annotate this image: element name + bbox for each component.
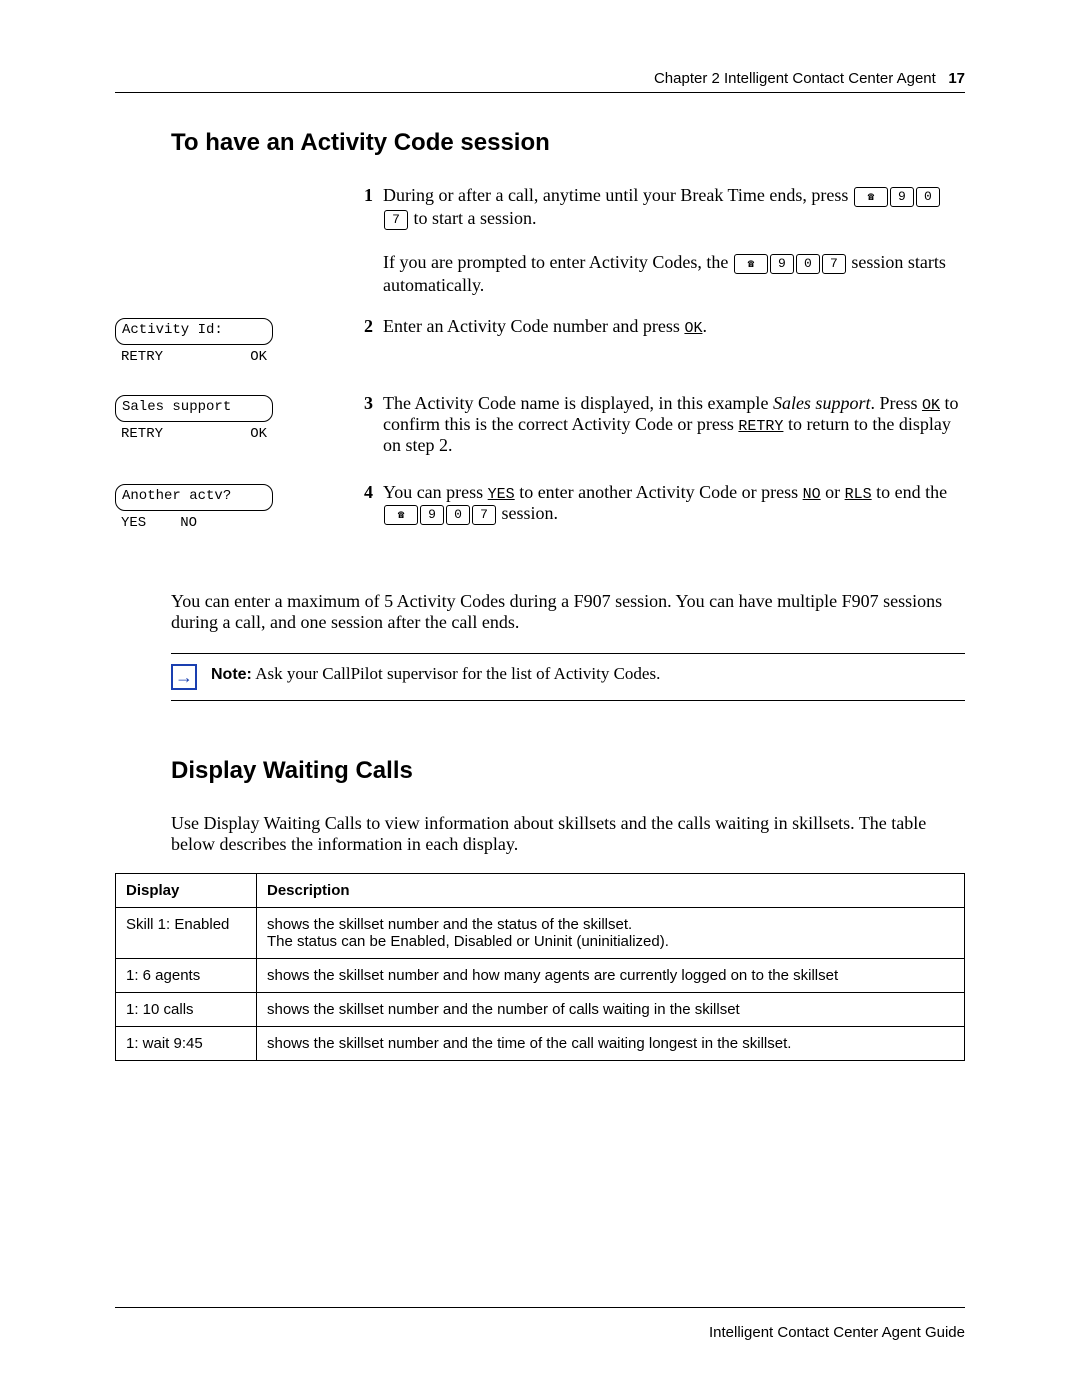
lcd-display-1: Activity Id: bbox=[115, 318, 273, 345]
softkey-yes: YES bbox=[121, 515, 146, 531]
lcd-softkeys-3: YES NO bbox=[115, 515, 273, 531]
softkey-no: NO bbox=[180, 515, 197, 531]
softkey-ok: OK bbox=[250, 349, 267, 365]
lcd-display-3: Another actv? bbox=[115, 484, 273, 511]
display-table: Display Description Skill 1: Enabledshow… bbox=[115, 873, 965, 1061]
page-header: Chapter 2 Intelligent Contact Center Age… bbox=[115, 70, 965, 93]
step-4: Another actv? YES NO 4 You can press YES… bbox=[115, 482, 965, 561]
softkey-retry: RETRY bbox=[121, 349, 163, 365]
feature-key-icon bbox=[734, 254, 768, 274]
table-row: Skill 1: Enabledshows the skillset numbe… bbox=[116, 907, 965, 958]
page-footer: Intelligent Contact Center Agent Guide bbox=[115, 1307, 965, 1341]
note-label: Note: bbox=[211, 666, 252, 683]
table-header-display: Display bbox=[116, 873, 257, 907]
softkey-yes: YES bbox=[488, 486, 515, 503]
softkey-no: NO bbox=[803, 486, 821, 503]
note-text: Ask your CallPilot supervisor for the li… bbox=[252, 664, 660, 683]
softkey-retry: RETRY bbox=[121, 426, 163, 442]
key-0: 0 bbox=[916, 187, 940, 207]
step-text: You can press YES to enter another Activ… bbox=[383, 482, 965, 526]
softkey-rls: RLS bbox=[845, 486, 872, 503]
table-cell-display: Skill 1: Enabled bbox=[116, 907, 257, 958]
softkey-ok: OK bbox=[250, 426, 267, 442]
key-9: 9 bbox=[770, 254, 794, 274]
key-7: 7 bbox=[384, 210, 408, 230]
example-name: Sales support bbox=[773, 393, 871, 413]
key-7: 7 bbox=[822, 254, 846, 274]
step-number: 3 bbox=[345, 393, 383, 414]
key-0: 0 bbox=[446, 505, 470, 525]
table-row: 1: wait 9:45shows the skillset number an… bbox=[116, 1026, 965, 1060]
softkey-retry: RETRY bbox=[738, 418, 783, 435]
table-cell-description: shows the skillset number and the time o… bbox=[257, 1026, 965, 1060]
step-1: 1 During or after a call, anytime until … bbox=[115, 185, 965, 296]
table-cell-description: shows the skillset number and how many a… bbox=[257, 958, 965, 992]
table-header-description: Description bbox=[257, 873, 965, 907]
step-number: 1 bbox=[345, 185, 383, 206]
arrow-right-icon: → bbox=[171, 664, 197, 690]
table-cell-display: 1: wait 9:45 bbox=[116, 1026, 257, 1060]
header-chapter: Chapter 2 Intelligent Contact Center Age… bbox=[654, 70, 936, 87]
step-number: 4 bbox=[345, 482, 383, 503]
key-0: 0 bbox=[796, 254, 820, 274]
section-heading-activity: To have an Activity Code session bbox=[171, 129, 965, 157]
feature-key-icon bbox=[854, 187, 888, 207]
table-row: 1: 6 agentsshows the skillset number and… bbox=[116, 958, 965, 992]
lcd-display-2: Sales support bbox=[115, 395, 273, 422]
table-row: 1: 10 callsshows the skillset number and… bbox=[116, 992, 965, 1026]
step-3: Sales support RETRY OK 3 The Activity Co… bbox=[115, 393, 965, 472]
section-heading-display: Display Waiting Calls bbox=[171, 757, 965, 785]
key-7: 7 bbox=[472, 505, 496, 525]
table-cell-display: 1: 10 calls bbox=[116, 992, 257, 1026]
key-9: 9 bbox=[890, 187, 914, 207]
step-text: During or after a call, anytime until yo… bbox=[383, 185, 965, 296]
note-block: → Note: Ask your CallPilot supervisor fo… bbox=[171, 653, 965, 701]
step-text: Enter an Activity Code number and press … bbox=[383, 316, 965, 337]
lcd-softkeys-2: RETRY OK bbox=[115, 426, 273, 442]
table-cell-description: shows the skillset number and the number… bbox=[257, 992, 965, 1026]
feature-key-icon bbox=[384, 505, 418, 525]
summary-paragraph: You can enter a maximum of 5 Activity Co… bbox=[171, 591, 965, 633]
step-2: Activity Id: RETRY OK 2 Enter an Activit… bbox=[115, 316, 965, 395]
header-page-number: 17 bbox=[948, 70, 965, 87]
table-cell-description: shows the skillset number and the status… bbox=[257, 907, 965, 958]
step-number: 2 bbox=[345, 316, 383, 337]
step-text: The Activity Code name is displayed, in … bbox=[383, 393, 965, 456]
softkey-ok: OK bbox=[922, 397, 940, 414]
key-9: 9 bbox=[420, 505, 444, 525]
intro-paragraph: Use Display Waiting Calls to view inform… bbox=[171, 813, 965, 855]
softkey-ok: OK bbox=[684, 320, 702, 337]
lcd-softkeys-1: RETRY OK bbox=[115, 349, 273, 365]
table-cell-display: 1: 6 agents bbox=[116, 958, 257, 992]
